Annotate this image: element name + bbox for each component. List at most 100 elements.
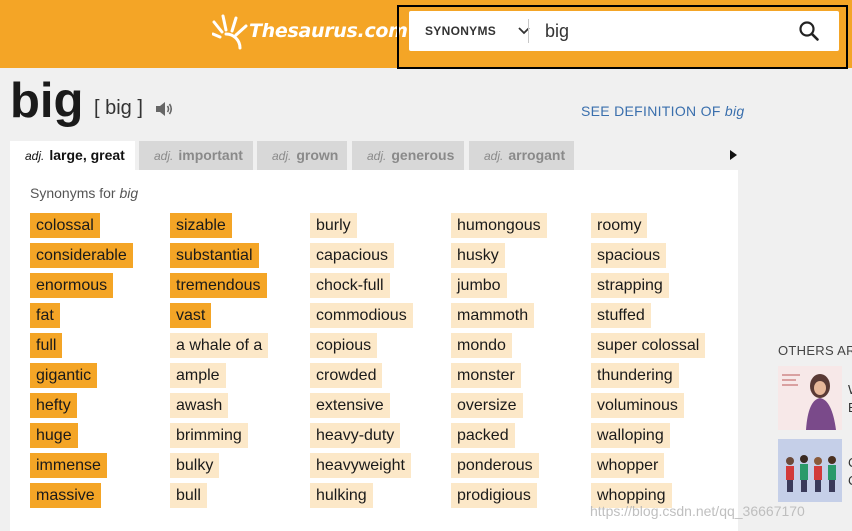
tab-pos: adj. xyxy=(272,149,292,163)
synonym-link[interactable]: humongous xyxy=(451,213,547,238)
synonym-link[interactable]: massive xyxy=(30,483,133,508)
search-bar: SYNONYMS xyxy=(409,11,839,51)
search-type-dropdown[interactable]: SYNONYMS xyxy=(425,11,530,51)
synonym-text: ample xyxy=(170,363,226,388)
search-type-label: SYNONYMS xyxy=(425,24,497,38)
others-are-reading-heading: OTHERS AR xyxy=(778,343,852,358)
synonym-link[interactable]: walloping xyxy=(591,423,705,448)
synonym-link[interactable]: mammoth xyxy=(451,303,547,328)
synonyms-heading-word: big xyxy=(119,185,139,201)
synonym-link[interactable]: bull xyxy=(170,483,268,508)
synonym-link[interactable]: substantial xyxy=(170,243,268,268)
synonym-text: sizable xyxy=(170,213,232,238)
tab-arrogant[interactable]: adj. arrogant xyxy=(469,141,574,170)
tab-pos: adj. xyxy=(154,149,174,163)
synonym-link[interactable]: chock-full xyxy=(310,273,413,298)
tab-pos: adj. xyxy=(367,149,387,163)
synonym-link[interactable]: oversize xyxy=(451,393,547,418)
synonym-text: strapping xyxy=(591,273,669,298)
synonym-link[interactable]: ample xyxy=(170,363,268,388)
synonym-text: immense xyxy=(30,453,107,478)
synonym-link[interactable]: full xyxy=(30,333,133,358)
synonym-link[interactable]: immense xyxy=(30,453,133,478)
synonym-text: mammoth xyxy=(451,303,535,328)
synonym-link[interactable]: bulky xyxy=(170,453,268,478)
synonyms-heading-prefix: Synonyms for xyxy=(30,185,120,201)
synonym-link[interactable]: a whale of a xyxy=(170,333,269,358)
synonym-text: thundering xyxy=(591,363,679,388)
article-thumbnail[interactable] xyxy=(778,439,842,502)
synonym-link[interactable]: jumbo xyxy=(451,273,547,298)
synonym-link[interactable]: enormous xyxy=(30,273,133,298)
synonym-link[interactable]: considerable xyxy=(30,243,133,268)
synonym-link[interactable]: prodigious xyxy=(451,483,547,508)
synonym-text: bulky xyxy=(170,453,220,478)
synonyms-heading: Synonyms for big xyxy=(30,185,138,201)
tab-large-great[interactable]: adj. large, great xyxy=(10,141,135,170)
synonym-link[interactable]: awash xyxy=(170,393,268,418)
synonym-text: chock-full xyxy=(310,273,390,298)
synonym-text: walloping xyxy=(591,423,670,448)
search-icon[interactable] xyxy=(798,20,820,42)
synonym-link[interactable]: commodious xyxy=(310,303,413,328)
synonym-link[interactable]: capacious xyxy=(310,243,413,268)
synonym-link[interactable]: monster xyxy=(451,363,547,388)
synonym-link[interactable]: heavy-duty xyxy=(310,423,413,448)
synonym-text: huge xyxy=(30,423,78,448)
caret-right-icon[interactable] xyxy=(730,150,737,160)
see-definition-link[interactable]: SEE DEFINITION OF big xyxy=(581,103,744,119)
logo-text: Thesaurus.com xyxy=(249,20,408,42)
search-input[interactable] xyxy=(537,17,785,45)
synonym-link[interactable]: gigantic xyxy=(30,363,133,388)
synonyms-panel: Synonyms for big colossal considerable e… xyxy=(10,170,738,531)
synonym-text: colossal xyxy=(30,213,100,238)
synonym-link[interactable]: vast xyxy=(170,303,268,328)
synonym-link[interactable]: tremendous xyxy=(170,273,268,298)
synonym-link[interactable]: voluminous xyxy=(591,393,705,418)
article-title-fragment[interactable]: C xyxy=(848,455,852,470)
article-title-fragment[interactable]: C xyxy=(848,473,852,488)
synonym-text: copious xyxy=(310,333,378,358)
synonym-link[interactable]: hulking xyxy=(310,483,413,508)
synonym-link[interactable]: copious xyxy=(310,333,413,358)
synonym-link[interactable]: super colossal xyxy=(591,333,706,358)
synonym-link[interactable]: colossal xyxy=(30,213,133,238)
article-title-fragment[interactable]: W xyxy=(848,382,852,397)
tab-label: generous xyxy=(391,147,455,163)
synonym-link[interactable]: mondo xyxy=(451,333,547,358)
synonym-text: super colossal xyxy=(591,333,706,358)
synonym-link[interactable]: burly xyxy=(310,213,413,238)
synonym-text: monster xyxy=(451,363,521,388)
synonym-text: burly xyxy=(310,213,357,238)
synonym-link[interactable]: roomy xyxy=(591,213,705,238)
synonym-link[interactable]: spacious xyxy=(591,243,705,268)
synonym-text: stuffed xyxy=(591,303,651,328)
site-logo[interactable]: Thesaurus.com xyxy=(212,10,408,54)
synonym-link[interactable]: ponderous xyxy=(451,453,547,478)
synonym-link[interactable]: fat xyxy=(30,303,133,328)
see-definition-prefix: SEE DEFINITION OF xyxy=(581,103,725,119)
synonym-link[interactable]: brimming xyxy=(170,423,268,448)
tab-important[interactable]: adj. important xyxy=(139,141,253,170)
synonym-link[interactable]: huge xyxy=(30,423,133,448)
synonym-link[interactable]: stuffed xyxy=(591,303,705,328)
synonym-text: substantial xyxy=(170,243,259,268)
speaker-icon[interactable] xyxy=(154,99,174,119)
synonym-link[interactable]: whopper xyxy=(591,453,705,478)
article-title-fragment[interactable]: E xyxy=(848,400,852,415)
synonym-link[interactable]: sizable xyxy=(170,213,268,238)
article-thumbnail[interactable] xyxy=(778,366,842,430)
synonym-link[interactable]: strapping xyxy=(591,273,705,298)
synonym-link[interactable]: extensive xyxy=(310,393,413,418)
tab-grown[interactable]: adj. grown xyxy=(257,141,347,170)
tab-generous[interactable]: adj. generous xyxy=(352,141,464,170)
synonym-link[interactable]: thundering xyxy=(591,363,705,388)
synonym-link[interactable]: crowded xyxy=(310,363,413,388)
synonym-link[interactable]: husky xyxy=(451,243,547,268)
synonym-text: massive xyxy=(30,483,101,508)
synonym-link[interactable]: heavyweight xyxy=(310,453,413,478)
synonym-text: brimming xyxy=(170,423,248,448)
synonym-link[interactable]: hefty xyxy=(30,393,133,418)
synonym-link[interactable]: packed xyxy=(451,423,547,448)
synonym-text: commodious xyxy=(310,303,413,328)
